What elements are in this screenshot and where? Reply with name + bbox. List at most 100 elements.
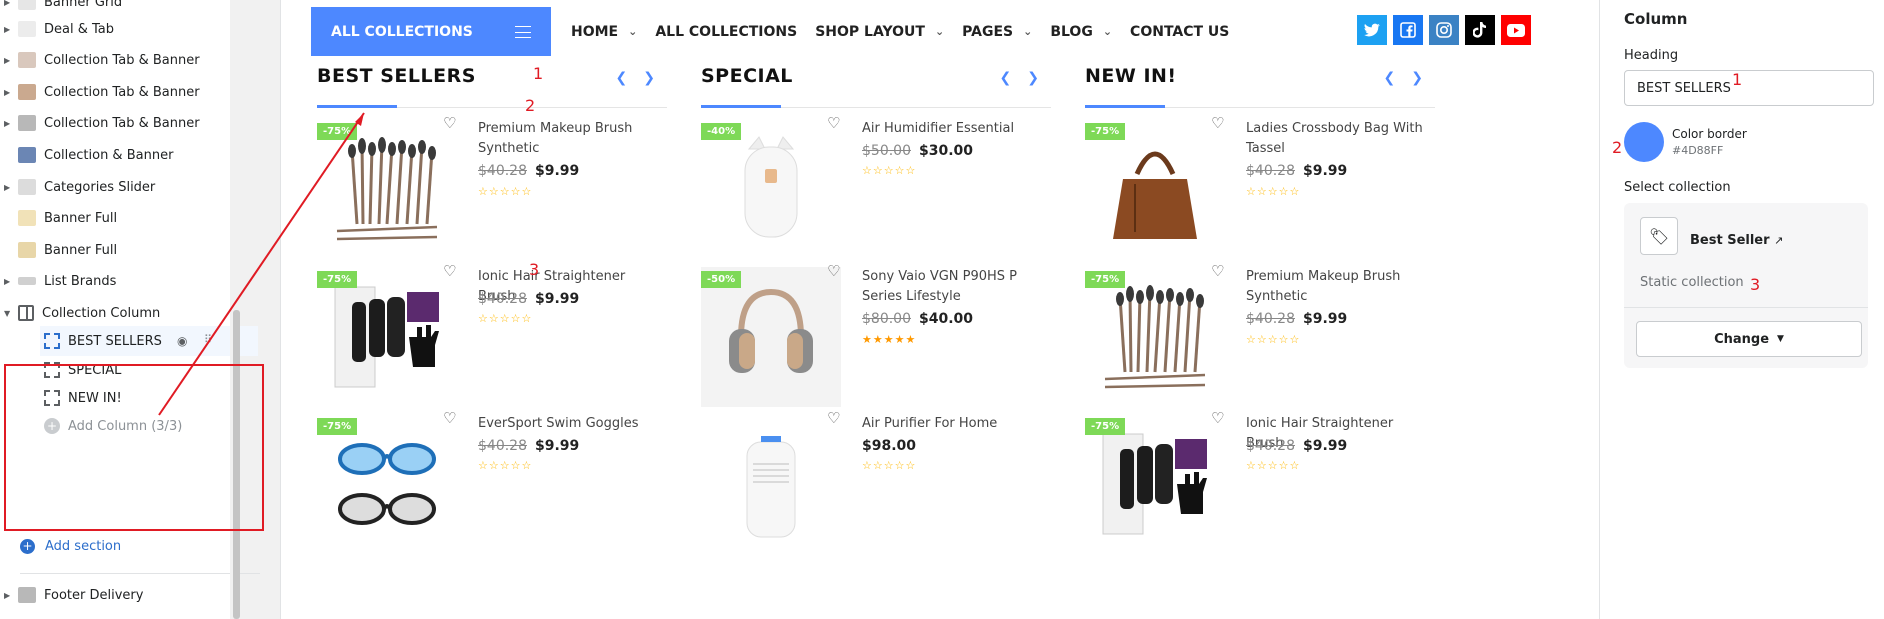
section-thumbnail [18,587,36,603]
product-image[interactable] [317,414,457,554]
sidebar-item-banner-full[interactable]: Banner Full [0,203,228,233]
chevron-right-icon[interactable]: ❯ [1027,70,1039,86]
product-card[interactable]: -40% ♡ Air Humidifier Essential $50.00 $3… [701,109,1051,259]
plus-circle-icon: + [20,539,35,554]
column-best-sellers: BEST SELLERS ❮ ❯ -75% ♡ Premium Makeup B… [317,60,667,525]
twitter-icon[interactable] [1357,15,1387,45]
product-image[interactable] [317,267,457,407]
rating-stars: ★★★★★ [862,333,917,346]
eye-icon[interactable]: ◉ [177,334,187,348]
annotation-number: 3 [529,260,540,279]
chevron-right-icon[interactable]: ❯ [643,70,655,86]
product-card[interactable]: -50% ♡ Sony Vaio VGN P90HS P Series Life… [701,257,1051,407]
sidebar-item-footer-delivery[interactable]: ▶ Footer Delivery [0,580,228,610]
all-collections-button[interactable]: ALL COLLECTIONS [311,7,551,56]
youtube-icon[interactable] [1501,15,1531,45]
product-card[interactable]: -75% ♡ Premium Makeup Brush Synthetic $4… [1085,257,1435,407]
facebook-icon[interactable] [1393,15,1423,45]
rating-stars: ☆☆☆☆☆ [478,312,533,325]
nav-shop-layout[interactable]: SHOP LAYOUT ⌄ [815,24,944,40]
product-name[interactable]: Air Humidifier Essential [862,119,1047,139]
sidebar-item-categories-slider[interactable]: ▶ Categories Slider [0,172,228,202]
collection-type: Static collection [1640,275,1744,290]
column-header: BEST SELLERS ❮ ❯ [317,60,667,108]
product-card[interactable]: -75% ♡ Ionic Hair Straightener Brush $40… [1085,404,1435,554]
nav-blog[interactable]: BLOG ⌄ [1050,24,1112,40]
block-settings-panel: Column Heading BEST SELLERS 1 2 Color bo… [1600,0,1884,619]
heart-icon[interactable]: ♡ [443,116,459,131]
instagram-icon[interactable] [1429,15,1459,45]
product-name[interactable]: Premium Makeup Brush Synthetic [1246,267,1431,307]
heart-icon[interactable]: ♡ [827,411,843,426]
chevron-left-icon[interactable]: ❮ [616,70,628,86]
column-title: BEST SELLERS [317,65,476,87]
sidebar-item-deal-tab[interactable]: ▶ Deal & Tab [0,14,228,44]
product-name[interactable]: Premium Makeup Brush Synthetic [478,119,663,159]
product-name[interactable]: Sony Vaio VGN P90HS P Series Lifestyle [862,267,1047,307]
discount-badge: -40% [701,123,742,140]
sidebar-item-collection-tab-banner[interactable]: ▶ Collection Tab & Banner [0,45,228,75]
product-image[interactable] [701,414,841,554]
product-card[interactable]: -75% ♡ Ionic Hair Straightener Brush $40… [317,257,667,407]
collection-name[interactable]: Best Seller ↗ [1690,233,1783,248]
product-card[interactable]: -75% ♡ EverSport Swim Goggles $40.28 $9.9… [317,404,667,554]
nav-all-collections[interactable]: ALL COLLECTIONS [655,24,797,40]
column-title-underline [1085,105,1165,108]
product-price: $98.00 [862,438,917,454]
drag-handle-icon[interactable]: ⠿ [204,333,212,346]
add-section-button[interactable]: + Add section [20,539,121,554]
divider [1624,307,1868,308]
heart-icon[interactable]: ♡ [827,264,843,279]
nav-contact-us[interactable]: CONTACT US [1130,24,1229,40]
rating-stars: ☆☆☆☆☆ [478,459,533,472]
color-border-swatch[interactable] [1624,122,1664,162]
tiktok-icon[interactable] [1465,15,1495,45]
heart-icon[interactable]: ♡ [443,411,459,426]
nav-pages[interactable]: PAGES ⌄ [962,24,1032,40]
sidebar-item-list-brands[interactable]: ▶ List Brands [0,266,228,296]
product-image[interactable] [701,119,841,259]
chevron-right-icon: ▶ [4,118,11,128]
product-price: $40.28 $9.99 [1246,438,1348,454]
sidebar-item-banner-full[interactable]: Banner Full [0,235,228,265]
product-image[interactable] [317,119,457,259]
heading-input[interactable]: BEST SELLERS [1624,70,1874,106]
heart-icon[interactable]: ♡ [1211,411,1227,426]
chevron-right-icon: ▶ [4,24,11,34]
chevron-left-icon[interactable]: ❮ [1000,70,1012,86]
product-card[interactable]: -75% ♡ Ladies Crossbody Bag With Tassel … [1085,109,1435,259]
change-collection-button[interactable]: Change ▼ [1636,321,1862,357]
collection-card: 🏷 Best Seller ↗ Static collection 3 Chan… [1624,203,1868,368]
section-thumbnail [18,147,36,163]
heading-label: Heading [1624,48,1679,63]
heart-icon[interactable]: ♡ [827,116,843,131]
product-card[interactable]: ♡ Air Purifier For Home $98.00 ☆☆☆☆☆ [701,404,1051,554]
heart-icon[interactable]: ♡ [443,264,459,279]
product-image[interactable] [701,267,841,407]
sidebar-item-collection-banner[interactable]: Collection & Banner [0,140,228,170]
section-thumbnail [18,210,36,226]
sidebar-item-collection-tab-banner[interactable]: ▶ Collection Tab & Banner [0,77,228,107]
chevron-left-icon[interactable]: ❮ [1384,70,1396,86]
chevron-down-icon: ⌄ [1102,25,1113,38]
product-name[interactable]: Ladies Crossbody Bag With Tassel [1246,119,1431,159]
product-image[interactable] [1085,414,1225,554]
block-best-sellers[interactable]: BEST SELLERS ◉ ⠿ [40,326,258,356]
sidebar-item-collection-tab-banner[interactable]: ▶ Collection Tab & Banner [0,108,228,138]
annotation-number: 2 [1612,138,1623,157]
chevron-right-icon: ▶ [4,276,11,286]
heart-icon[interactable]: ♡ [1211,116,1227,131]
product-name[interactable]: Air Purifier For Home [862,414,1047,434]
chevron-right-icon[interactable]: ❯ [1411,70,1423,86]
product-image[interactable] [1085,267,1225,407]
discount-badge: -50% [701,271,742,288]
sidebar-item-collection-column[interactable]: ▼ Collection Column [0,298,228,328]
section-thumbnail [18,115,36,131]
product-card[interactable]: -75% ♡ Premium Makeup Brush Synthetic $4… [317,109,667,259]
product-image[interactable] [1085,119,1225,259]
nav-home[interactable]: HOME ⌄ [571,24,637,40]
section-thumbnail [18,84,36,100]
heart-icon[interactable]: ♡ [1211,264,1227,279]
external-link-icon[interactable]: ↗ [1774,234,1783,247]
product-name[interactable]: EverSport Swim Goggles [478,414,663,434]
